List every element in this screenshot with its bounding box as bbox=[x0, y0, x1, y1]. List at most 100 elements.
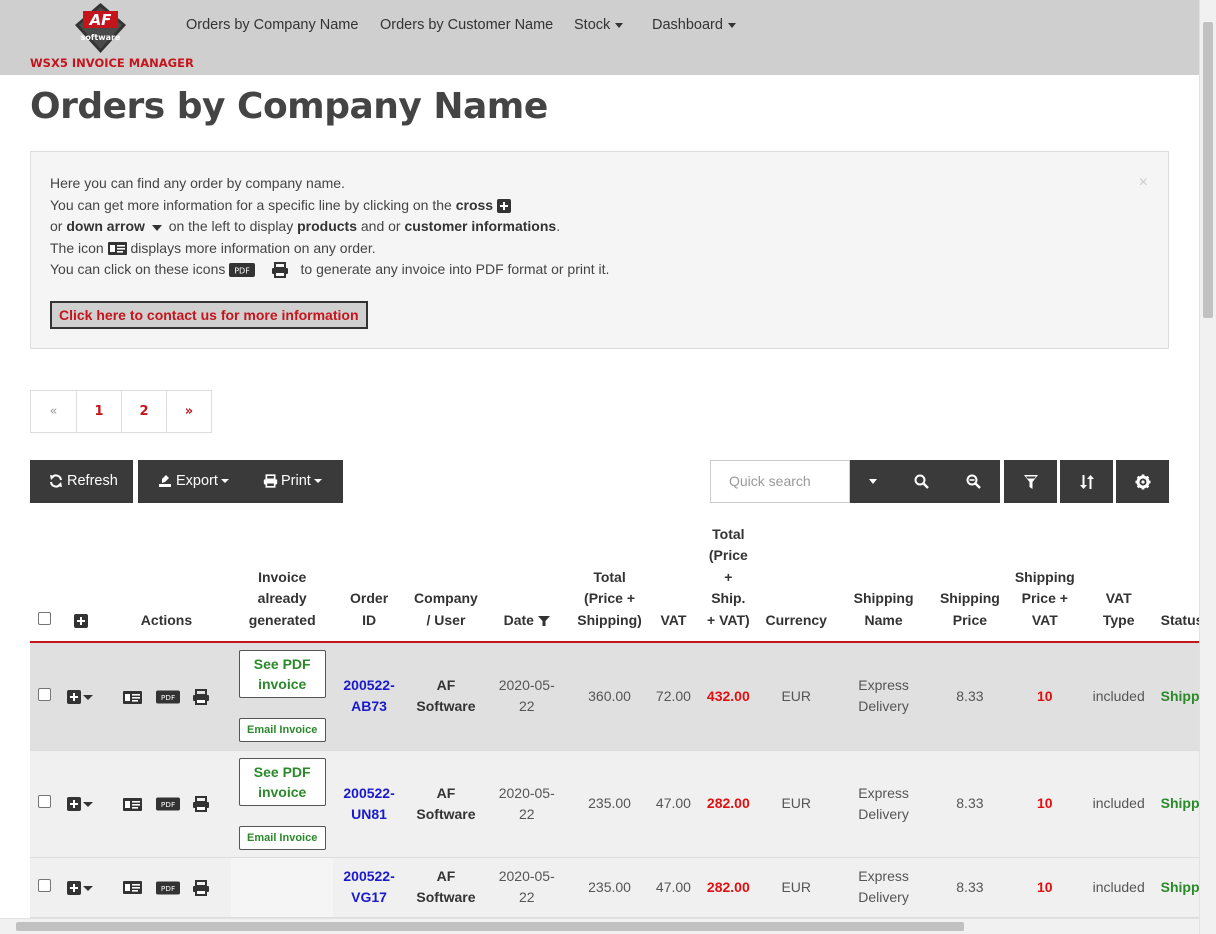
scroll-thumb[interactable] bbox=[1203, 22, 1213, 318]
page-next[interactable]: » bbox=[166, 391, 211, 432]
vertical-scrollbar[interactable] bbox=[1199, 0, 1216, 934]
info-text: on the left to display bbox=[168, 218, 298, 234]
col-date[interactable]: Date bbox=[486, 520, 567, 643]
info-text: or bbox=[50, 218, 67, 234]
shipping-name-text: Delivery bbox=[858, 889, 909, 905]
print-dropdown[interactable]: Print bbox=[243, 460, 343, 503]
nav-orders-by-company[interactable]: Orders by Company Name bbox=[186, 17, 358, 33]
row-checkbox[interactable] bbox=[38, 878, 52, 892]
col-shipping-price[interactable]: Shipping Price bbox=[936, 520, 1003, 643]
info-text: and or bbox=[357, 218, 405, 234]
caret-down-icon[interactable] bbox=[81, 883, 95, 893]
printer-icon[interactable] bbox=[192, 689, 210, 706]
pdf-icon[interactable]: PDF bbox=[155, 797, 180, 811]
col-actions: Actions bbox=[101, 520, 232, 643]
order-id-link[interactable]: 200522- UN81 bbox=[333, 750, 406, 858]
printer-icon[interactable] bbox=[192, 796, 210, 813]
button-label: See PDF bbox=[253, 763, 311, 780]
page-2[interactable]: 2 bbox=[121, 391, 166, 432]
info-line: You can click on these icons PDF to gene… bbox=[50, 259, 609, 281]
close-icon[interactable]: × bbox=[1139, 174, 1148, 192]
search-options-dropdown[interactable] bbox=[850, 460, 896, 503]
col-total-vat[interactable]: Total (Price + Ship. + VAT) bbox=[694, 520, 763, 643]
caret-down-icon[interactable] bbox=[81, 692, 95, 702]
export-label: Export bbox=[176, 473, 218, 489]
company-text: Software bbox=[416, 805, 476, 822]
select-all-checkbox[interactable] bbox=[38, 611, 52, 625]
col-total[interactable]: Total (Price + Shipping) bbox=[566, 520, 653, 643]
date-text: 22 bbox=[518, 889, 535, 905]
vat-cell: 72.00 bbox=[652, 642, 695, 751]
header-text: already bbox=[257, 590, 307, 606]
row-invoice-cell: See PDF invoice Email Invoice bbox=[231, 750, 334, 858]
pdf-icon[interactable]: PDF bbox=[155, 881, 180, 895]
col-invoice[interactable]: Invoice already generated bbox=[231, 520, 334, 643]
pdf-icon[interactable]: PDF bbox=[155, 690, 180, 704]
plus-square-icon[interactable] bbox=[66, 797, 81, 812]
scroll-thumb[interactable] bbox=[16, 922, 964, 931]
caret-down-icon bbox=[615, 22, 624, 28]
nav-stock-dropdown[interactable]: Stock bbox=[574, 17, 624, 33]
table-row[interactable]: PDF See PDF invoice Email Invoice 200522- AB7… bbox=[30, 642, 1216, 751]
shipping-name-text: Delivery bbox=[858, 698, 909, 715]
see-pdf-invoice-button[interactable]: See PDF invoice bbox=[238, 757, 326, 806]
email-invoice-button[interactable]: Email Invoice bbox=[238, 825, 326, 850]
col-order-id[interactable]: Order ID bbox=[333, 520, 406, 643]
total-vat-cell: 282.00 bbox=[694, 750, 763, 858]
col-shipping-name[interactable]: Shipping Name bbox=[830, 520, 937, 643]
plus-square-icon[interactable] bbox=[66, 880, 81, 895]
contact-button[interactable]: Click here to contact us for more inform… bbox=[50, 301, 368, 329]
pdf-icon: PDF bbox=[229, 263, 256, 278]
table-row[interactable]: PDF See PDF invoice Email Invoice 200522- UN8… bbox=[30, 750, 1216, 858]
email-invoice-button[interactable]: Email Invoice bbox=[238, 718, 326, 743]
row-checkbox[interactable] bbox=[38, 795, 52, 808]
search-button[interactable] bbox=[896, 460, 946, 503]
row-select-cell bbox=[30, 642, 60, 751]
sort-button[interactable] bbox=[1060, 460, 1113, 503]
order-id-text: UN81 bbox=[351, 805, 387, 822]
quick-search-input[interactable]: Quick search bbox=[710, 460, 850, 503]
table-header-row: Actions Invoice already generated Order ID … bbox=[30, 520, 1216, 643]
plus-square-icon[interactable] bbox=[73, 613, 88, 628]
settings-button[interactable] bbox=[1116, 460, 1169, 503]
plus-square-icon[interactable] bbox=[66, 690, 81, 705]
logo[interactable]: AF software bbox=[73, 2, 128, 54]
clear-search-button[interactable] bbox=[946, 460, 1000, 503]
info-text-bold: products bbox=[297, 218, 357, 234]
nav-dashboard-dropdown[interactable]: Dashboard bbox=[652, 17, 736, 33]
horizontal-scrollbar[interactable] bbox=[0, 918, 1199, 934]
brand-name[interactable]: WSX5 INVOICE MANAGER bbox=[30, 56, 194, 70]
row-actions-cell: PDF bbox=[101, 642, 232, 751]
company-cell: AF Software bbox=[405, 642, 487, 751]
order-id-link[interactable]: 200522- VG17 bbox=[333, 857, 406, 918]
col-company[interactable]: Company / User bbox=[405, 520, 487, 643]
shipping-vat-cell: 10 bbox=[1002, 857, 1087, 918]
gear-icon bbox=[1135, 474, 1150, 489]
date-text: 2020-05- bbox=[498, 868, 555, 884]
search-icon bbox=[914, 474, 929, 489]
nav-orders-by-customer[interactable]: Orders by Customer Name bbox=[380, 17, 553, 33]
total-cell: 235.00 bbox=[566, 857, 653, 918]
shipping-vat-cell: 10 bbox=[1002, 750, 1087, 858]
col-vat-type[interactable]: VAT Type bbox=[1086, 520, 1151, 643]
page-prev[interactable]: « bbox=[31, 391, 76, 432]
id-card-icon[interactable] bbox=[122, 881, 142, 895]
filter-button[interactable] bbox=[1004, 460, 1057, 503]
col-vat[interactable]: VAT bbox=[652, 520, 695, 643]
page-1[interactable]: 1 bbox=[76, 391, 121, 432]
table-row[interactable]: PDF 200522- VG17 AF Software 2020-05- 22 235.00… bbox=[30, 857, 1216, 918]
col-currency[interactable]: Currency bbox=[762, 520, 831, 643]
caret-down-icon[interactable] bbox=[81, 799, 95, 809]
row-checkbox[interactable] bbox=[38, 687, 52, 701]
date-text: 2020-05- bbox=[498, 677, 555, 694]
id-card-icon[interactable] bbox=[122, 797, 142, 811]
export-dropdown[interactable]: Export bbox=[138, 460, 243, 503]
company-text: AF bbox=[436, 784, 456, 801]
order-id-link[interactable]: 200522- AB73 bbox=[333, 642, 406, 751]
id-card-icon[interactable] bbox=[122, 690, 142, 704]
refresh-button[interactable]: Refresh bbox=[30, 460, 133, 503]
printer-icon[interactable] bbox=[192, 879, 210, 896]
svg-text:PDF: PDF bbox=[234, 267, 250, 276]
see-pdf-invoice-button[interactable]: See PDF invoice bbox=[238, 650, 326, 699]
col-shipping-vat[interactable]: Shipping Price + VAT bbox=[1002, 520, 1087, 643]
